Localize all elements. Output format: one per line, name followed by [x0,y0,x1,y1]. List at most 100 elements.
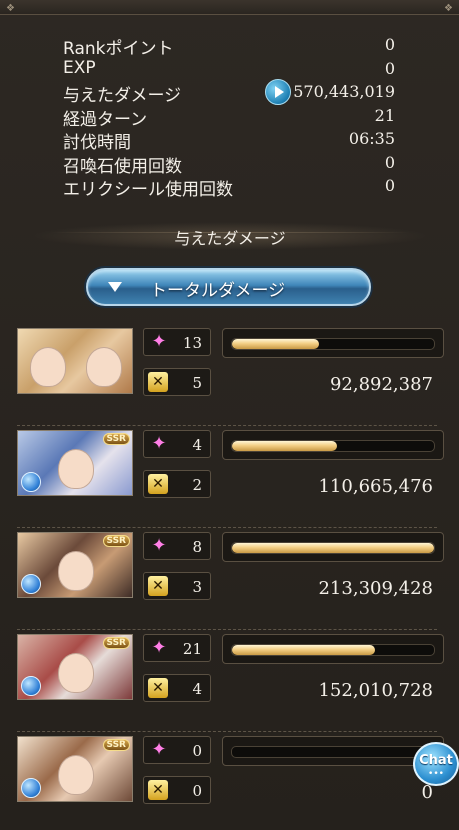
stat-row-rank-points: Rankポイント 0 [63,34,395,59]
character-portrait[interactable] [17,328,133,394]
rarity-badge: SSR [102,433,130,445]
damage-value: 152,010,728 [318,680,433,701]
total-damage-button[interactable]: トータルダメージ [86,268,371,306]
damage-bar-fill [232,339,319,349]
character-portrait[interactable]: SSR [17,430,133,496]
damage-bar-track [231,542,435,554]
character-face [58,449,94,489]
damage-bar [222,634,444,664]
chain-burst-icon: ✕ [148,372,168,392]
stat-value: 570,443,019 [293,82,395,101]
row-divider [17,425,437,426]
chat-button[interactable]: Chat ••• [413,742,459,786]
character-portrait[interactable]: SSR [17,532,133,598]
stat-label: EXP [63,57,96,78]
triangle-down-icon [108,282,122,292]
stat-label: エリクシール使用回数 [63,180,233,200]
battle-result-panel: ❖ ❖ Rankポイント 0 EXP 0 与えたダメージ 570,443,019… [0,0,459,830]
section-title: 与えたダメージ [174,229,286,248]
stat-row-time: 討伐時間 06:35 [63,128,395,153]
chain-count-box: ✕ 0 [143,776,211,804]
ougi-count: 21 [182,640,202,658]
ougi-count: 8 [192,538,202,556]
ougi-star-icon: ✦ [151,433,167,454]
ougi-count: 4 [192,436,202,454]
play-icon[interactable] [265,79,291,105]
ougi-star-icon: ✦ [151,331,167,352]
damage-bar [222,328,444,358]
rarity-badge: SSR [102,535,130,547]
damage-bar-fill [232,441,338,451]
character-row: ✦ 13 ✕ 5 92,892,387 [17,328,444,426]
damage-bar [222,532,444,562]
ougi-count-box: ✦ 13 [143,328,211,356]
element-icon [21,472,41,492]
character-face [30,347,66,387]
row-divider [17,731,437,732]
ougi-count: 13 [182,334,202,352]
ougi-count-box: ✦ 21 [143,634,211,662]
chain-count: 2 [192,476,202,494]
chat-dots-icon: ••• [428,769,444,779]
stat-label: 召喚石使用回数 [63,156,182,177]
ougi-star-icon: ✦ [151,637,167,658]
result-stats: Rankポイント 0 EXP 0 与えたダメージ 570,443,019 経過タ… [63,34,395,200]
chain-count-box: ✕ 3 [143,572,211,600]
ougi-count-box: ✦ 0 [143,736,211,764]
stat-row-elixir-uses: エリクシール使用回数 0 [63,175,395,200]
rarity-badge: SSR [102,637,130,649]
damage-value: 92,892,387 [329,374,433,395]
chain-burst-icon: ✕ [148,678,168,698]
row-divider [17,527,437,528]
damage-section-header: 与えたダメージ [30,222,430,250]
border-ornament-left: ❖ [6,3,15,14]
damage-bar-fill [232,543,434,553]
character-face [58,755,94,795]
damage-bar-track [231,746,435,758]
character-portrait[interactable]: SSR [17,736,133,802]
stat-label: 経過ターン [63,109,148,130]
character-face [58,653,94,693]
chat-label: Chat [419,753,453,768]
stat-label: 与えたダメージ [63,86,182,106]
character-portrait[interactable]: SSR [17,634,133,700]
chain-count-box: ✕ 2 [143,470,211,498]
row-divider [17,629,437,630]
ougi-count: 0 [192,742,202,760]
character-row: SSR ✦ 21 ✕ 4 152,010,728 [17,634,444,732]
chain-count-box: ✕ 5 [143,368,211,396]
stat-label: 討伐時間 [63,133,131,153]
ougi-count-box: ✦ 8 [143,532,211,560]
total-damage-label: トータルダメージ [150,281,286,301]
element-icon [21,676,41,696]
rarity-badge: SSR [102,739,130,751]
stat-value: 0 [384,35,395,54]
damage-bar-track [231,440,435,452]
character-row: SSR ✦ 0 ✕ 0 0 [17,736,444,826]
stat-row-summon-uses: 召喚石使用回数 0 [63,152,395,177]
character-row: SSR ✦ 4 ✕ 2 110,665,476 [17,430,444,528]
damage-bar [222,430,444,460]
chain-count: 3 [192,578,202,596]
ougi-count-box: ✦ 4 [143,430,211,458]
border-ornament-right: ❖ [444,3,453,14]
chain-count: 4 [192,680,202,698]
damage-bar-track [231,644,435,656]
damage-value: 110,665,476 [318,476,433,497]
damage-bar-fill [232,645,376,655]
stat-row-damage: 与えたダメージ 570,443,019 [63,79,395,106]
stat-value: 21 [374,105,395,125]
chain-burst-icon: ✕ [148,576,168,596]
chain-burst-icon: ✕ [148,474,168,494]
element-icon [21,778,41,798]
stat-value: 06:35 [348,129,395,148]
ougi-star-icon: ✦ [151,535,167,556]
stat-label: Rankポイント [63,39,174,59]
damage-bar-track [231,338,435,350]
character-row: SSR ✦ 8 ✕ 3 213,309,428 [17,532,444,630]
chain-count: 0 [192,782,202,800]
character-face [58,551,94,591]
damage-bar [222,736,444,766]
top-border: ❖ ❖ [0,0,459,15]
stat-value: 0 [384,176,395,195]
